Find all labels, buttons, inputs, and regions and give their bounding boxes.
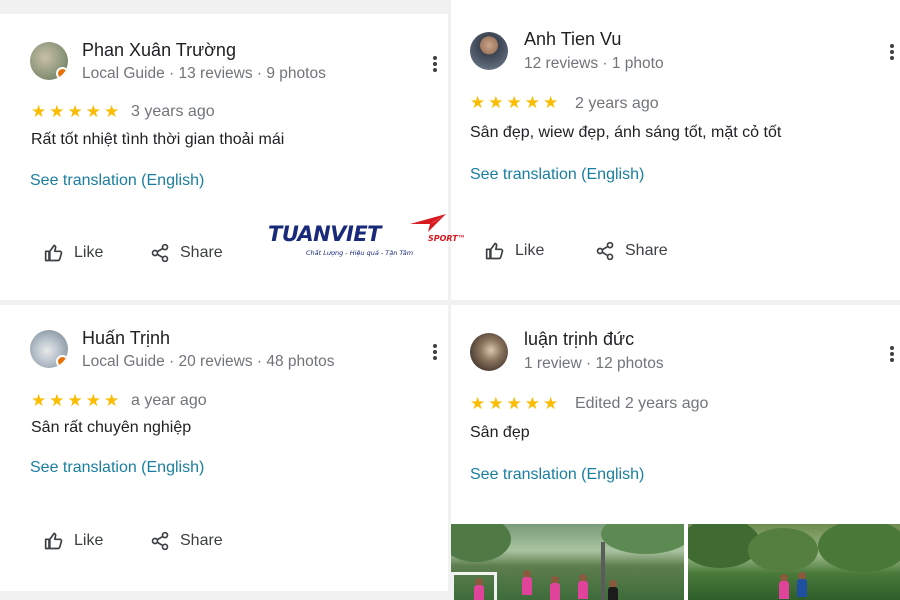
star-icon: ★ <box>524 93 540 112</box>
star-icon: ★ <box>104 391 120 410</box>
reviewer-name[interactable]: Phan Xuân Trường <box>82 40 236 61</box>
review-date: Edited 2 years ago <box>575 395 709 412</box>
star-icon: ★ <box>85 391 101 410</box>
star-icon: ★ <box>470 394 486 413</box>
like-label: Like <box>74 244 104 261</box>
star-icon: ★ <box>49 102 65 121</box>
star-icon: ★ <box>67 391 83 410</box>
review-photo[interactable] <box>688 524 900 600</box>
review-text: Rất tốt nhiệt tình thời gian thoải mái <box>31 131 285 148</box>
share-icon <box>151 531 169 551</box>
reviewer-name[interactable]: Huấn Trịnh <box>82 328 170 349</box>
star-rating: ★ ★ ★ ★ ★ <box>31 103 119 120</box>
like-button[interactable]: Like <box>44 531 103 551</box>
thumb-up-icon <box>44 532 63 550</box>
like-label: Like <box>515 242 545 259</box>
share-button[interactable]: Share <box>150 531 223 551</box>
star-icon: ★ <box>67 102 83 121</box>
review-text: Sân đẹp, wiew đẹp, ánh sáng tốt, mặt cỏ … <box>470 124 782 141</box>
see-translation-link[interactable]: See translation (English) <box>30 459 204 477</box>
reviewer-meta[interactable]: 1 review · 12 photos <box>524 355 664 373</box>
share-icon <box>151 243 169 263</box>
share-label: Share <box>180 532 223 549</box>
local-guide-badge-icon <box>56 67 68 80</box>
thumb-up-icon <box>44 244 63 262</box>
review-date: 2 years ago <box>575 95 659 112</box>
star-icon: ★ <box>488 394 504 413</box>
star-icon: ★ <box>31 391 47 410</box>
review-card: Huấn Trịnh Local Guide · 20 reviews · 48… <box>0 305 448 591</box>
more-vert-icon[interactable] <box>432 53 438 75</box>
share-label: Share <box>180 244 223 261</box>
share-button[interactable]: Share <box>595 241 668 261</box>
more-vert-icon[interactable] <box>889 343 895 365</box>
see-translation-link[interactable]: See translation (English) <box>470 466 644 484</box>
review-text: Sân đẹp <box>470 424 530 441</box>
reviewer-meta[interactable]: Local Guide · 20 reviews · 48 photos <box>82 353 334 371</box>
star-icon: ★ <box>85 102 101 121</box>
review-card: Anh Tien Vu 12 reviews · 1 photo ★ ★ ★ ★… <box>451 0 900 300</box>
logo-wordmark: TUANVIET <box>268 222 382 246</box>
star-icon: ★ <box>49 391 65 410</box>
star-icon: ★ <box>506 93 522 112</box>
star-icon: ★ <box>506 394 522 413</box>
share-label: Share <box>625 242 668 259</box>
avatar[interactable] <box>30 42 68 80</box>
like-button[interactable]: Like <box>485 241 544 261</box>
reviewer-meta[interactable]: 12 reviews · 1 photo <box>524 55 664 73</box>
star-rating: ★ ★ ★ ★ ★ <box>470 94 558 111</box>
avatar[interactable] <box>470 333 508 371</box>
review-text: Sân rất chuyên nghiệp <box>31 419 192 436</box>
see-translation-link[interactable]: See translation (English) <box>470 166 644 184</box>
review-date: 3 years ago <box>131 103 215 120</box>
review-date: a year ago <box>131 392 207 409</box>
more-vert-icon[interactable] <box>889 41 895 63</box>
reviewer-name[interactable]: luận trịnh đức <box>524 329 634 350</box>
thumb-up-icon <box>485 242 504 260</box>
logo-swoosh-icon <box>410 214 446 232</box>
like-label: Like <box>74 532 104 549</box>
reviewer-name[interactable]: Anh Tien Vu <box>524 29 621 50</box>
review-photo[interactable] <box>451 524 684 600</box>
review-photos <box>451 524 900 600</box>
share-icon <box>596 241 614 261</box>
star-icon: ★ <box>470 93 486 112</box>
star-icon: ★ <box>543 93 559 112</box>
reviewer-meta[interactable]: Local Guide · 13 reviews · 9 photos <box>82 65 326 83</box>
star-icon: ★ <box>524 394 540 413</box>
star-icon: ★ <box>488 93 504 112</box>
star-icon: ★ <box>31 102 47 121</box>
star-rating: ★ ★ ★ ★ ★ <box>470 395 558 412</box>
local-guide-badge-icon <box>56 355 68 368</box>
tuanviet-sport-logo: TUANVIET SPORT™ Chất Lượng - Hiệu quả - … <box>268 212 466 260</box>
see-translation-link[interactable]: See translation (English) <box>30 172 204 190</box>
avatar[interactable] <box>470 32 508 70</box>
avatar[interactable] <box>30 330 68 368</box>
like-button[interactable]: Like <box>44 243 103 263</box>
star-icon: ★ <box>104 102 120 121</box>
star-rating: ★ ★ ★ ★ ★ <box>31 392 119 409</box>
logo-sport: SPORT™ <box>428 234 466 243</box>
star-icon: ★ <box>543 394 559 413</box>
share-button[interactable]: Share <box>150 243 223 263</box>
logo-tagline: Chất Lượng - Hiệu quả - Tận Tâm <box>306 249 414 257</box>
more-vert-icon[interactable] <box>432 341 438 363</box>
